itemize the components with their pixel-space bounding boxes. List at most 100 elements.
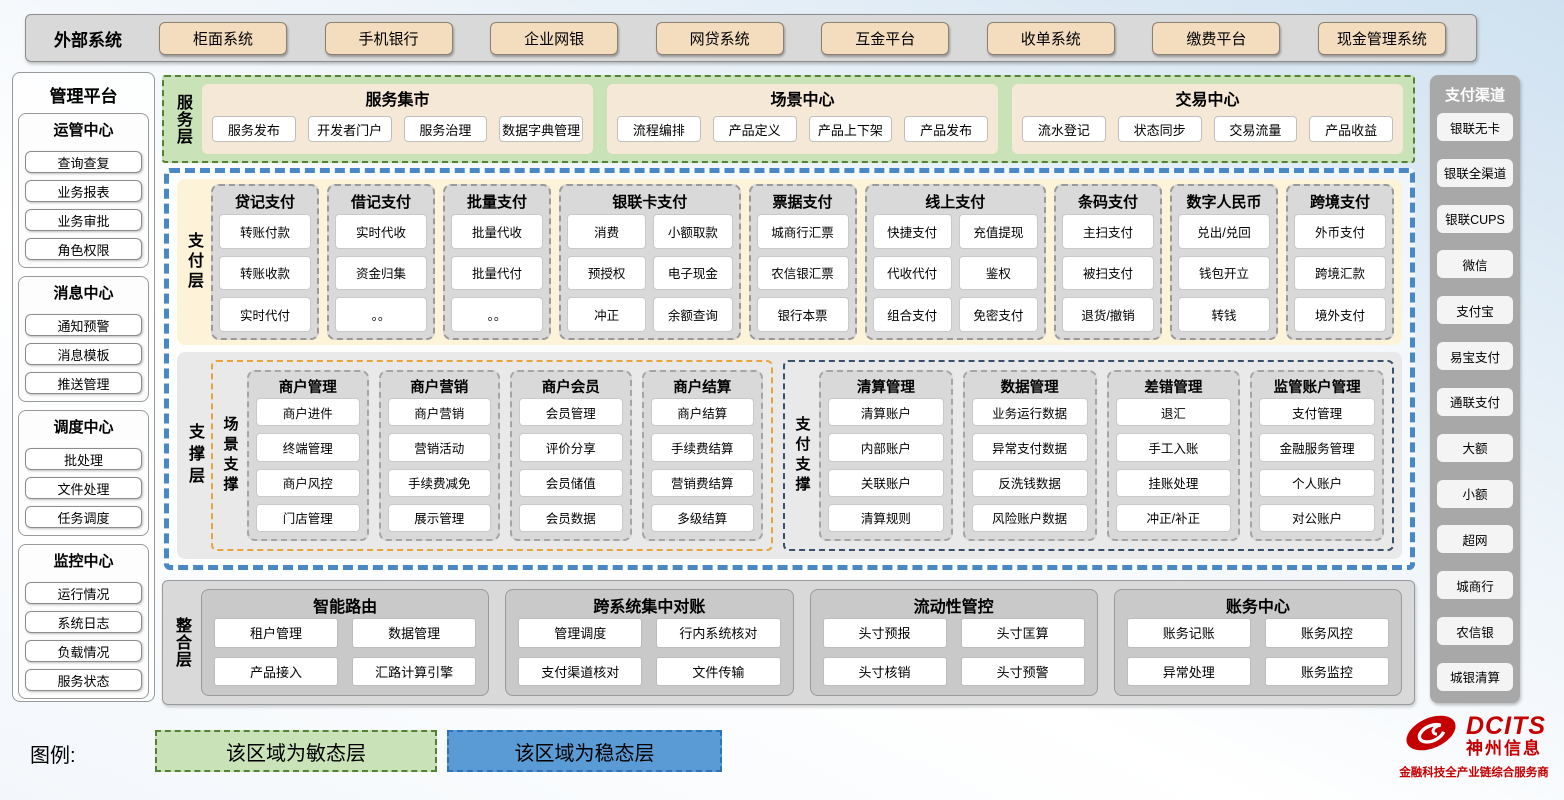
service-panel-title: 服务集市 <box>212 86 583 110</box>
payment-column: 数字人民币兑出/兑回钱包开立转钱 <box>1170 184 1278 340</box>
support-layer-groups: 场景支撑商户管理商户进件终端管理商户风控门店管理商户营销商户营销营销活动手续费减… <box>211 360 1394 551</box>
payment-column-title: 数字人民币 <box>1178 189 1270 214</box>
legend-agile-layer: 该区域为敏态层 <box>155 730 437 772</box>
external-systems-list: 柜面系统手机银行企业网银网贷系统互金平台收单系统缴费平台现金管理系统 <box>159 22 1458 55</box>
support-item-box: 商户风控 <box>256 469 360 497</box>
management-item-box: 批处理 <box>25 448 142 470</box>
support-item-box: 终端管理 <box>256 433 360 461</box>
payment-item-box: 农信银汇票 <box>757 256 849 291</box>
payment-item-box: 电子现金 <box>653 256 732 291</box>
payment-item-box: 批量代收 <box>451 214 543 249</box>
integration-panel-title: 账务中心 <box>1127 592 1389 618</box>
support-item-box: 多级结算 <box>651 504 755 532</box>
support-item-box: 关联账户 <box>828 469 944 497</box>
support-item-box: 个人账户 <box>1259 469 1375 497</box>
payment-item-box: 主扫支付 <box>1062 214 1154 249</box>
support-item-box: 门店管理 <box>256 504 360 532</box>
payment-channel-box: 银联无卡 <box>1437 113 1513 141</box>
architecture-diagram: 外部系统 柜面系统手机银行企业网银网贷系统互金平台收单系统缴费平台现金管理系统 … <box>0 0 1564 800</box>
support-item-box: 会员储值 <box>519 469 623 497</box>
payment-channel-box: 支付宝 <box>1437 296 1513 324</box>
service-layer-label: 服务层 <box>170 84 194 154</box>
integration-panel-items: 账务记账账务风控异常处理账务监控 <box>1127 618 1389 686</box>
payment-column-title: 线上支付 <box>873 189 1039 214</box>
support-item-box: 商户结算 <box>651 398 755 426</box>
payment-item-box: 冲正 <box>567 297 646 332</box>
payment-layer-columns: 贷记支付转账付款转账收款实时代付借记支付实时代收资金归集。。批量支付批量代收批量… <box>211 184 1394 340</box>
service-item-box: 产品定义 <box>713 116 797 142</box>
integration-item-box: 文件传输 <box>656 657 780 687</box>
management-item-box: 消息模板 <box>25 343 142 365</box>
support-column-title: 差错管理 <box>1116 374 1232 398</box>
support-column-title: 商户结算 <box>651 374 755 398</box>
support-column-title: 监管账户管理 <box>1259 374 1375 398</box>
payment-item-box: 转钱 <box>1178 297 1270 332</box>
integration-panel-title: 智能路由 <box>214 592 476 618</box>
integration-item-box: 头寸匡算 <box>961 618 1085 648</box>
payment-item-box: 实时代收 <box>335 214 427 249</box>
payment-layer: 支付层 贷记支付转账付款转账收款实时代付借记支付实时代收资金归集。。批量支付批量… <box>177 179 1402 345</box>
support-item-box: 会员管理 <box>519 398 623 426</box>
payment-item-box: 兑出/兑回 <box>1178 214 1270 249</box>
integration-item-box: 租户管理 <box>214 618 338 648</box>
logo-name-cn: 神州信息 <box>1466 740 1546 758</box>
payment-column: 线上支付快捷支付充值提现代收代付鉴权组合支付免密支付 <box>865 184 1047 340</box>
legend-label: 图例: <box>30 739 76 768</box>
support-column-items: 商户结算手续费结算营销费结算多级结算 <box>651 398 755 532</box>
support-column-items: 会员管理评价分享会员储值会员数据 <box>519 398 623 532</box>
payment-channel-box: 超网 <box>1437 525 1513 553</box>
integration-item-box: 头寸核销 <box>823 657 947 687</box>
management-group: 调度中心批处理文件处理任务调度 <box>18 410 149 536</box>
integration-item-box: 汇路计算引擎 <box>352 657 476 687</box>
integration-item-box: 头寸预报 <box>823 618 947 648</box>
payment-column: 票据支付城商行汇票农信银汇票银行本票 <box>749 184 857 340</box>
service-item-box: 流水登记 <box>1022 116 1106 142</box>
integration-item-box: 支付渠道核对 <box>518 657 642 687</box>
service-item-box: 产品上下架 <box>809 116 893 142</box>
management-group: 运管中心查询查复业务报表业务审批角色权限 <box>18 113 149 268</box>
support-item-box: 业务运行数据 <box>972 398 1088 426</box>
support-item-box: 支付管理 <box>1259 398 1375 426</box>
support-item-box: 反洗钱数据 <box>972 469 1088 497</box>
integration-panel-items: 租户管理数据管理产品接入汇路计算引擎 <box>214 618 476 686</box>
logo-text: DCITS 神州信息 <box>1466 713 1546 757</box>
payment-column-items: 批量代收批量代付。。 <box>451 214 543 332</box>
payment-layer-label: 支付层 <box>181 184 205 340</box>
service-panel-items: 流水登记状态同步交易流量产品收益 <box>1022 110 1393 148</box>
payment-column-title: 贷记支付 <box>219 189 311 214</box>
support-column-title: 商户营销 <box>388 374 492 398</box>
support-column: 监管账户管理支付管理金融服务管理个人账户对公账户 <box>1250 370 1384 541</box>
payment-item-box: 批量代付 <box>451 256 543 291</box>
integration-panel: 流动性管控头寸预报头寸匡算头寸核销头寸预警 <box>810 589 1098 696</box>
stable-layer-container: 支付层 贷记支付转账付款转账收款实时代付借记支付实时代收资金归集。。批量支付批量… <box>164 168 1415 570</box>
support-column-items: 支付管理金融服务管理个人账户对公账户 <box>1259 398 1375 532</box>
support-item-box: 清算账户 <box>828 398 944 426</box>
integration-panel-items: 头寸预报头寸匡算头寸核销头寸预警 <box>823 618 1085 686</box>
payment-column: 跨境支付外币支付跨境汇款境外支付 <box>1286 184 1394 340</box>
logo-top: DCITS 神州信息 <box>1402 710 1546 761</box>
payment-item-box: 充值提现 <box>959 214 1038 249</box>
support-item-box: 展示管理 <box>388 504 492 532</box>
support-group-columns: 清算管理清算账户内部账户关联账户清算规则数据管理业务运行数据异常支付数据反洗钱数… <box>819 370 1384 541</box>
service-item-box: 流程编排 <box>617 116 701 142</box>
support-layer: 支撑层 场景支撑商户管理商户进件终端管理商户风控门店管理商户营销商户营销营销活动… <box>177 352 1402 559</box>
integration-panel: 跨系统集中对账管理调度行内系统核对支付渠道核对文件传输 <box>505 589 793 696</box>
support-item-box: 清算规则 <box>828 504 944 532</box>
payment-channel-box: 城商行 <box>1437 571 1513 599</box>
management-item-box: 角色权限 <box>25 238 142 260</box>
integration-item-box: 数据管理 <box>352 618 476 648</box>
payment-item-box: 。。 <box>335 297 427 332</box>
management-item-box: 负载情况 <box>25 640 142 662</box>
service-panel-items: 流程编排产品定义产品上下架产品发布 <box>617 110 988 148</box>
service-panel-items: 服务发布开发者门户服务治理数据字典管理 <box>212 110 583 148</box>
management-platform-title: 管理平台 <box>18 79 149 113</box>
support-column-items: 退汇手工入账挂账处理冲正/补正 <box>1116 398 1232 532</box>
integration-panel-items: 管理调度行内系统核对支付渠道核对文件传输 <box>518 618 780 686</box>
management-item-box: 运行情况 <box>25 582 142 604</box>
payment-item-box: 预授权 <box>567 256 646 291</box>
management-groups: 运管中心查询查复业务报表业务审批角色权限消息中心通知预警消息模板推送管理调度中心… <box>18 113 149 699</box>
support-item-box: 营销活动 <box>388 433 492 461</box>
payment-item-box: 钱包开立 <box>1178 256 1270 291</box>
service-layer: 服务层 服务集市服务发布开发者门户服务治理数据字典管理场景中心流程编排产品定义产… <box>162 75 1415 163</box>
payment-channel-box: 小额 <box>1437 480 1513 508</box>
